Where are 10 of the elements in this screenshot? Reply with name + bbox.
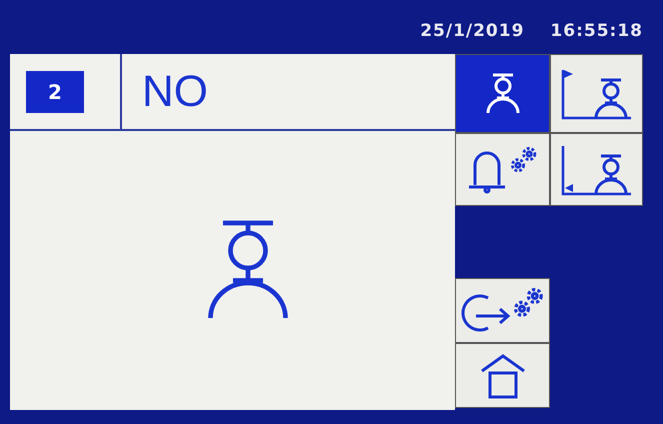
toolbar-button[interactable] bbox=[550, 133, 643, 206]
time-text: 16:55:18 bbox=[550, 21, 643, 41]
toolbar-button[interactable] bbox=[455, 278, 550, 343]
home-button[interactable] bbox=[455, 343, 550, 408]
date-text: 25/1/2019 bbox=[420, 21, 524, 41]
toolbar-button[interactable] bbox=[455, 54, 550, 133]
station-number: 2 bbox=[26, 70, 84, 112]
toolbar-button[interactable] bbox=[455, 133, 550, 206]
status-text: NO bbox=[141, 66, 208, 116]
toolbar-button[interactable] bbox=[550, 54, 643, 133]
